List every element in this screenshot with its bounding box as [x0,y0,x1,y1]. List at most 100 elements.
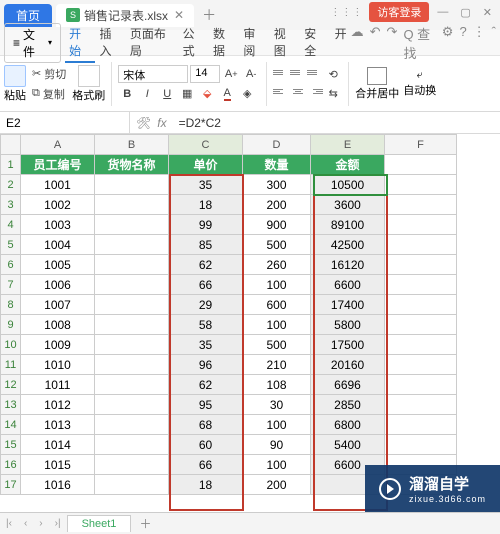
redo-icon[interactable]: ↷ [387,24,398,62]
cell[interactable] [95,175,169,195]
cell[interactable]: 210 [243,355,311,375]
sheet-nav-first-icon[interactable]: |‹ [0,518,18,529]
cell[interactable] [95,195,169,215]
row-header-4[interactable]: 4 [1,215,21,235]
cell[interactable]: 1015 [21,455,95,475]
menu-页面布局[interactable]: 页面布局 [126,23,179,63]
cell[interactable] [95,295,169,315]
row-header-13[interactable]: 13 [1,395,21,415]
menu-数据[interactable]: 数据 [209,23,239,63]
cell[interactable]: 900 [243,215,311,235]
align-right-icon[interactable] [307,84,323,98]
cell[interactable]: 17400 [311,295,385,315]
cell[interactable]: 62 [169,255,243,275]
italic-button[interactable]: I [138,85,156,103]
cell[interactable]: 42500 [311,235,385,255]
header-cell[interactable]: 单价 [169,155,243,175]
more-icon[interactable]: ⋮ [473,24,486,62]
cell[interactable]: 500 [243,335,311,355]
cell[interactable]: 500 [243,235,311,255]
cell[interactable]: 62 [169,375,243,395]
row-header-3[interactable]: 3 [1,195,21,215]
cell[interactable]: 89100 [311,215,385,235]
cell[interactable] [95,455,169,475]
cell[interactable]: 1009 [21,335,95,355]
cell[interactable] [385,355,457,375]
font-name-select[interactable]: 宋体 [118,65,188,83]
cell[interactable] [95,375,169,395]
row-header-9[interactable]: 9 [1,315,21,335]
fx-icon[interactable]: fx [157,116,166,130]
cell[interactable]: 1012 [21,395,95,415]
cell[interactable]: 5400 [311,435,385,455]
cell[interactable] [385,335,457,355]
cell[interactable]: 1006 [21,275,95,295]
decrease-font-icon[interactable]: A- [242,65,260,83]
menu-插入[interactable]: 插入 [95,23,125,63]
copy-button[interactable]: ⧉ 复制 [30,85,68,103]
cell[interactable] [95,415,169,435]
col-header-D[interactable]: D [243,135,311,155]
cell[interactable]: 2850 [311,395,385,415]
cell[interactable]: 100 [243,315,311,335]
cell[interactable]: 1003 [21,215,95,235]
cell[interactable]: 1013 [21,415,95,435]
cell[interactable]: 200 [243,475,311,495]
col-header-F[interactable]: F [385,135,457,155]
bold-button[interactable]: B [118,85,136,103]
minimize-icon[interactable]: — [433,6,452,18]
cell[interactable] [385,215,457,235]
menu-视图[interactable]: 视图 [270,23,300,63]
cell[interactable]: 85 [169,235,243,255]
undo-icon[interactable]: ↶ [370,24,381,62]
row-header-12[interactable]: 12 [1,375,21,395]
select-all-corner[interactable] [1,135,21,155]
search-icon[interactable]: Q 查找 [403,24,435,62]
cell[interactable] [385,415,457,435]
cell[interactable]: 60 [169,435,243,455]
cell[interactable] [95,275,169,295]
cell[interactable]: 90 [243,435,311,455]
cell[interactable]: 300 [243,175,311,195]
cell[interactable] [385,315,457,335]
guest-login-button[interactable]: 访客登录 [369,2,429,22]
cell[interactable]: 1016 [21,475,95,495]
row-header-15[interactable]: 15 [1,435,21,455]
row-header-16[interactable]: 16 [1,455,21,475]
menu-开[interactable]: 开 [331,23,351,63]
menu-审阅[interactable]: 审阅 [239,23,269,63]
cell[interactable] [385,435,457,455]
row-header-10[interactable]: 10 [1,335,21,355]
cell[interactable]: 1004 [21,235,95,255]
cell[interactable] [95,355,169,375]
indent-icon[interactable]: ⇆ [324,84,342,102]
cell[interactable] [385,195,457,215]
font-color-button[interactable]: A [218,85,236,103]
row-header-11[interactable]: 11 [1,355,21,375]
app-menu-icon[interactable]: ⋮⋮⋮ [330,7,363,18]
cell[interactable]: 18 [169,195,243,215]
cell[interactable]: 58 [169,315,243,335]
col-header-A[interactable]: A [21,135,95,155]
format-painter-button[interactable]: 格式刷 [72,65,105,103]
effects-button[interactable]: ◈ [238,85,256,103]
cell[interactable] [385,175,457,195]
add-sheet-button[interactable]: ＋ [131,515,159,532]
cell[interactable]: 6696 [311,375,385,395]
cell[interactable]: 20160 [311,355,385,375]
cell[interactable] [95,475,169,495]
sheet-nav-last-icon[interactable]: ›| [49,518,67,529]
cell[interactable]: 95 [169,395,243,415]
cell[interactable]: 10500 [311,175,385,195]
cell[interactable]: 1005 [21,255,95,275]
cell[interactable]: 35 [169,335,243,355]
cell[interactable] [385,235,457,255]
cell[interactable]: 260 [243,255,311,275]
sheet-tab[interactable]: Sheet1 [67,515,132,532]
cell[interactable] [385,375,457,395]
align-top-icon[interactable] [273,65,289,79]
cell[interactable]: 1002 [21,195,95,215]
name-box[interactable]: E2 [0,112,130,133]
cell[interactable]: 100 [243,455,311,475]
row-header-8[interactable]: 8 [1,295,21,315]
